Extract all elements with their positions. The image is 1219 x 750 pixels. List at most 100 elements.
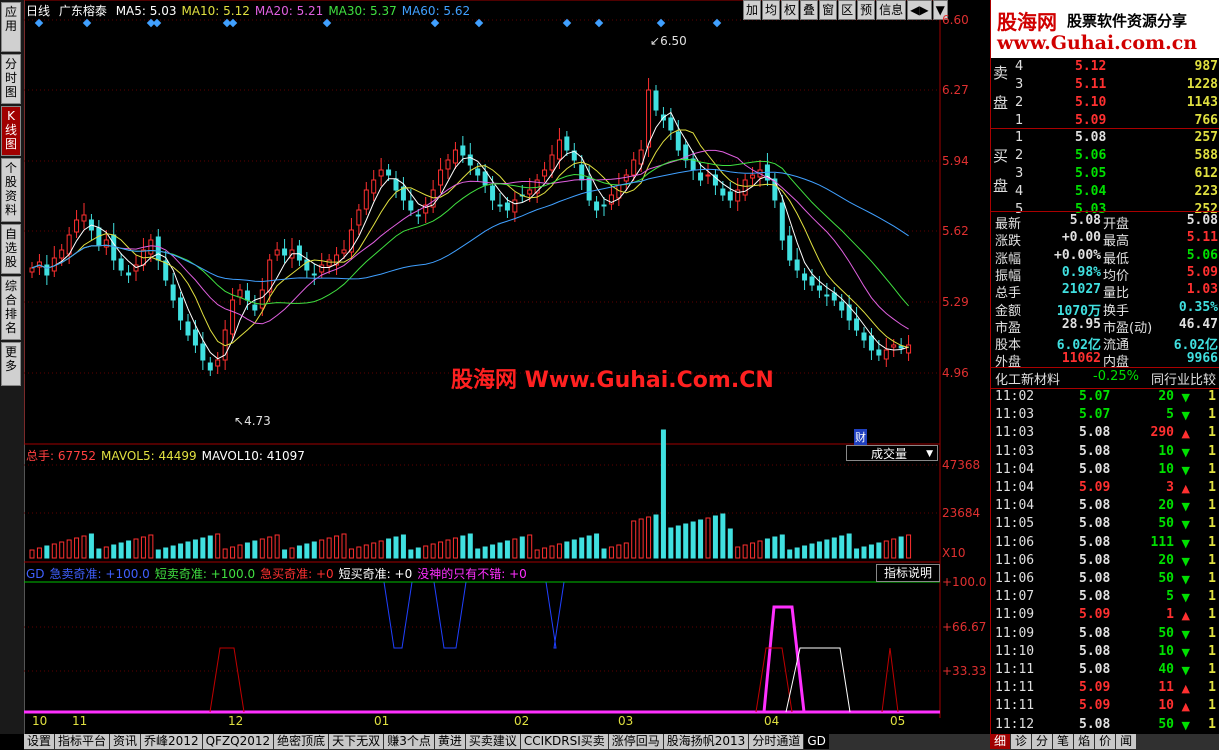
right-bottom-tab[interactable]: 诊 (1011, 734, 1032, 749)
volume-bar (534, 549, 540, 559)
chart-area[interactable]: 日线 广东榕泰 MA5: 5.03 MA10: 5.12 MA20: 5.21 MA3… (24, 0, 990, 728)
toolbar-button[interactable]: 权 (781, 0, 800, 20)
buy-price: 5.06 (1075, 148, 1107, 163)
tick-price: 5.08 (1079, 498, 1111, 514)
bottom-tab[interactable]: 黄进 (434, 734, 465, 749)
buy-row[interactable]: 4 5.04 223 (991, 183, 1219, 201)
right-bottom-tab[interactable]: 笔 (1053, 734, 1074, 749)
sector-name[interactable]: 化工新材料 (995, 369, 1060, 388)
left-tab[interactable]: 自选股 (1, 224, 21, 274)
right-bottom-tab[interactable]: 闻 (1116, 734, 1137, 749)
indicator-help-button[interactable]: 指标说明 (876, 564, 940, 582)
right-bottom-tabs: 细诊分笔焰价闻 (990, 734, 1219, 750)
x-axis-label: 05 (890, 714, 906, 728)
buy-row[interactable]: 3 5.05 612 (991, 165, 1219, 183)
candle (59, 249, 65, 259)
tick-price: 5.08 (1079, 552, 1111, 568)
toolbar-button[interactable]: ◀▶ (907, 0, 932, 20)
bottom-tab[interactable]: 买卖建议 (465, 734, 520, 749)
toolbar-button[interactable]: 窗 (819, 0, 838, 20)
candle (438, 169, 444, 186)
bottom-tab[interactable]: 天下无双 (329, 734, 384, 749)
bottom-tab[interactable]: 资讯 (110, 734, 141, 749)
bottom-tab[interactable]: 指标平台 (55, 734, 110, 749)
tick-row: 11:02 5.07 20 ▼ 1 (991, 388, 1219, 406)
tick-volume: 1 (1166, 607, 1174, 623)
watermark: 股海网 Www.Guhai.Com.CN (451, 368, 774, 393)
candle (386, 169, 392, 176)
left-tab[interactable]: 应用 (1, 2, 21, 52)
sell-row[interactable]: 2 5.10 1143 (991, 94, 1219, 112)
candle (155, 236, 161, 261)
sell-row[interactable]: 4 5.12 987 (991, 58, 1219, 76)
arrow-down-icon: ▼ (1181, 500, 1190, 514)
toolbar-button[interactable]: 区 (838, 0, 857, 20)
chevron-down-icon: ▼ (926, 449, 933, 459)
volume-bar (237, 544, 243, 559)
indicator-stat: GD (26, 567, 45, 581)
bottom-tab[interactable]: 绝密顶底 (274, 734, 329, 749)
volume-bar (334, 535, 340, 559)
arrow-up-icon: ▲ (1181, 700, 1190, 714)
compare-button[interactable]: 同行业比较 (1151, 369, 1216, 388)
buy-row[interactable]: 1 5.08 257 (991, 129, 1219, 147)
tick-price: 5.08 (1079, 589, 1111, 605)
volume-bar (296, 545, 302, 559)
left-tab[interactable]: 综合排名 (1, 276, 21, 340)
right-bottom-tab[interactable]: 分 (1032, 734, 1053, 749)
level-num: 1 (1015, 113, 1024, 128)
right-bottom-tab[interactable]: 价 (1095, 734, 1116, 749)
left-tab[interactable]: 更多 (1, 342, 21, 386)
volume-bar (764, 538, 770, 559)
x-axis-label: 03 (618, 714, 634, 728)
tick-price: 5.08 (1079, 425, 1111, 441)
volume-bar (861, 546, 867, 559)
left-tab[interactable]: 分时图 (1, 54, 21, 104)
bottom-tab[interactable]: 股海扬帆2013 (663, 734, 749, 749)
toolbar-button[interactable]: 叠 (800, 0, 819, 20)
toolbar-button[interactable]: 加 (743, 0, 762, 20)
indicator-line-blue (433, 581, 467, 649)
bottom-tab[interactable]: QFZQ2012 (202, 734, 274, 749)
tick-row: 11:10 5.08 10 ▼ 1 (991, 643, 1219, 661)
bottom-tab[interactable]: 分时通道 (749, 734, 804, 749)
left-tab[interactable]: K线图 (1, 106, 21, 156)
bottom-tab[interactable]: 乔峰2012 (141, 734, 202, 749)
toolbar-button[interactable]: 信息 (876, 0, 907, 20)
bottom-tab[interactable]: GD (804, 734, 829, 749)
toolbar-button[interactable]: 均 (762, 0, 781, 20)
sell-row[interactable]: 3 5.11 1228 (991, 76, 1219, 94)
volume-bar (467, 533, 473, 559)
volume-bar (341, 533, 347, 559)
bottom-tab[interactable]: 涨停回马 (608, 734, 663, 749)
right-bottom-tab[interactable]: 焰 (1074, 734, 1095, 749)
toolbar-button[interactable]: 预 (857, 0, 876, 20)
bottom-tab[interactable]: CCIKDRSI买卖 (520, 734, 608, 749)
tick-volume: 50 (1158, 571, 1174, 586)
tick-time: 11:11 (995, 680, 1035, 696)
stat-value: 21027 (1061, 282, 1101, 298)
buy-volume: 257 (1194, 130, 1218, 145)
buy-row[interactable]: 2 5.06 588 (991, 147, 1219, 165)
tick-volume: 20 (1158, 552, 1174, 568)
left-tab[interactable]: 个股资料 (1, 158, 21, 222)
stat-value: 5.11 (1186, 230, 1218, 246)
candle (415, 214, 421, 217)
right-bottom-tab[interactable]: 细 (990, 734, 1011, 749)
arrow-down-icon: ▼ (1181, 518, 1190, 532)
stat-row: 股本 6.02亿 流通 6.02亿 (991, 333, 1219, 353)
logo-url: www.Guhai.com.cn (997, 32, 1198, 54)
bottom-tab[interactable]: 赚3个点 (384, 734, 434, 749)
finance-marker[interactable]: 财 (854, 429, 867, 445)
bottom-tab[interactable]: 设置 (24, 734, 55, 749)
volume-bar (400, 534, 406, 559)
indicator-line-blue (383, 581, 413, 649)
tick-time: 11:05 (995, 516, 1035, 532)
level-num: 2 (1015, 95, 1024, 110)
tick-price: 5.08 (1079, 534, 1111, 550)
volume-bar (178, 543, 184, 559)
volume-bar (504, 540, 510, 559)
volume-select[interactable]: 成交量 ▼ (846, 445, 938, 461)
volume-header: 总手: 67752 MAVOL5: 44499 MAVOL10: 41097 (26, 447, 310, 464)
kline-svg[interactable] (24, 0, 990, 718)
